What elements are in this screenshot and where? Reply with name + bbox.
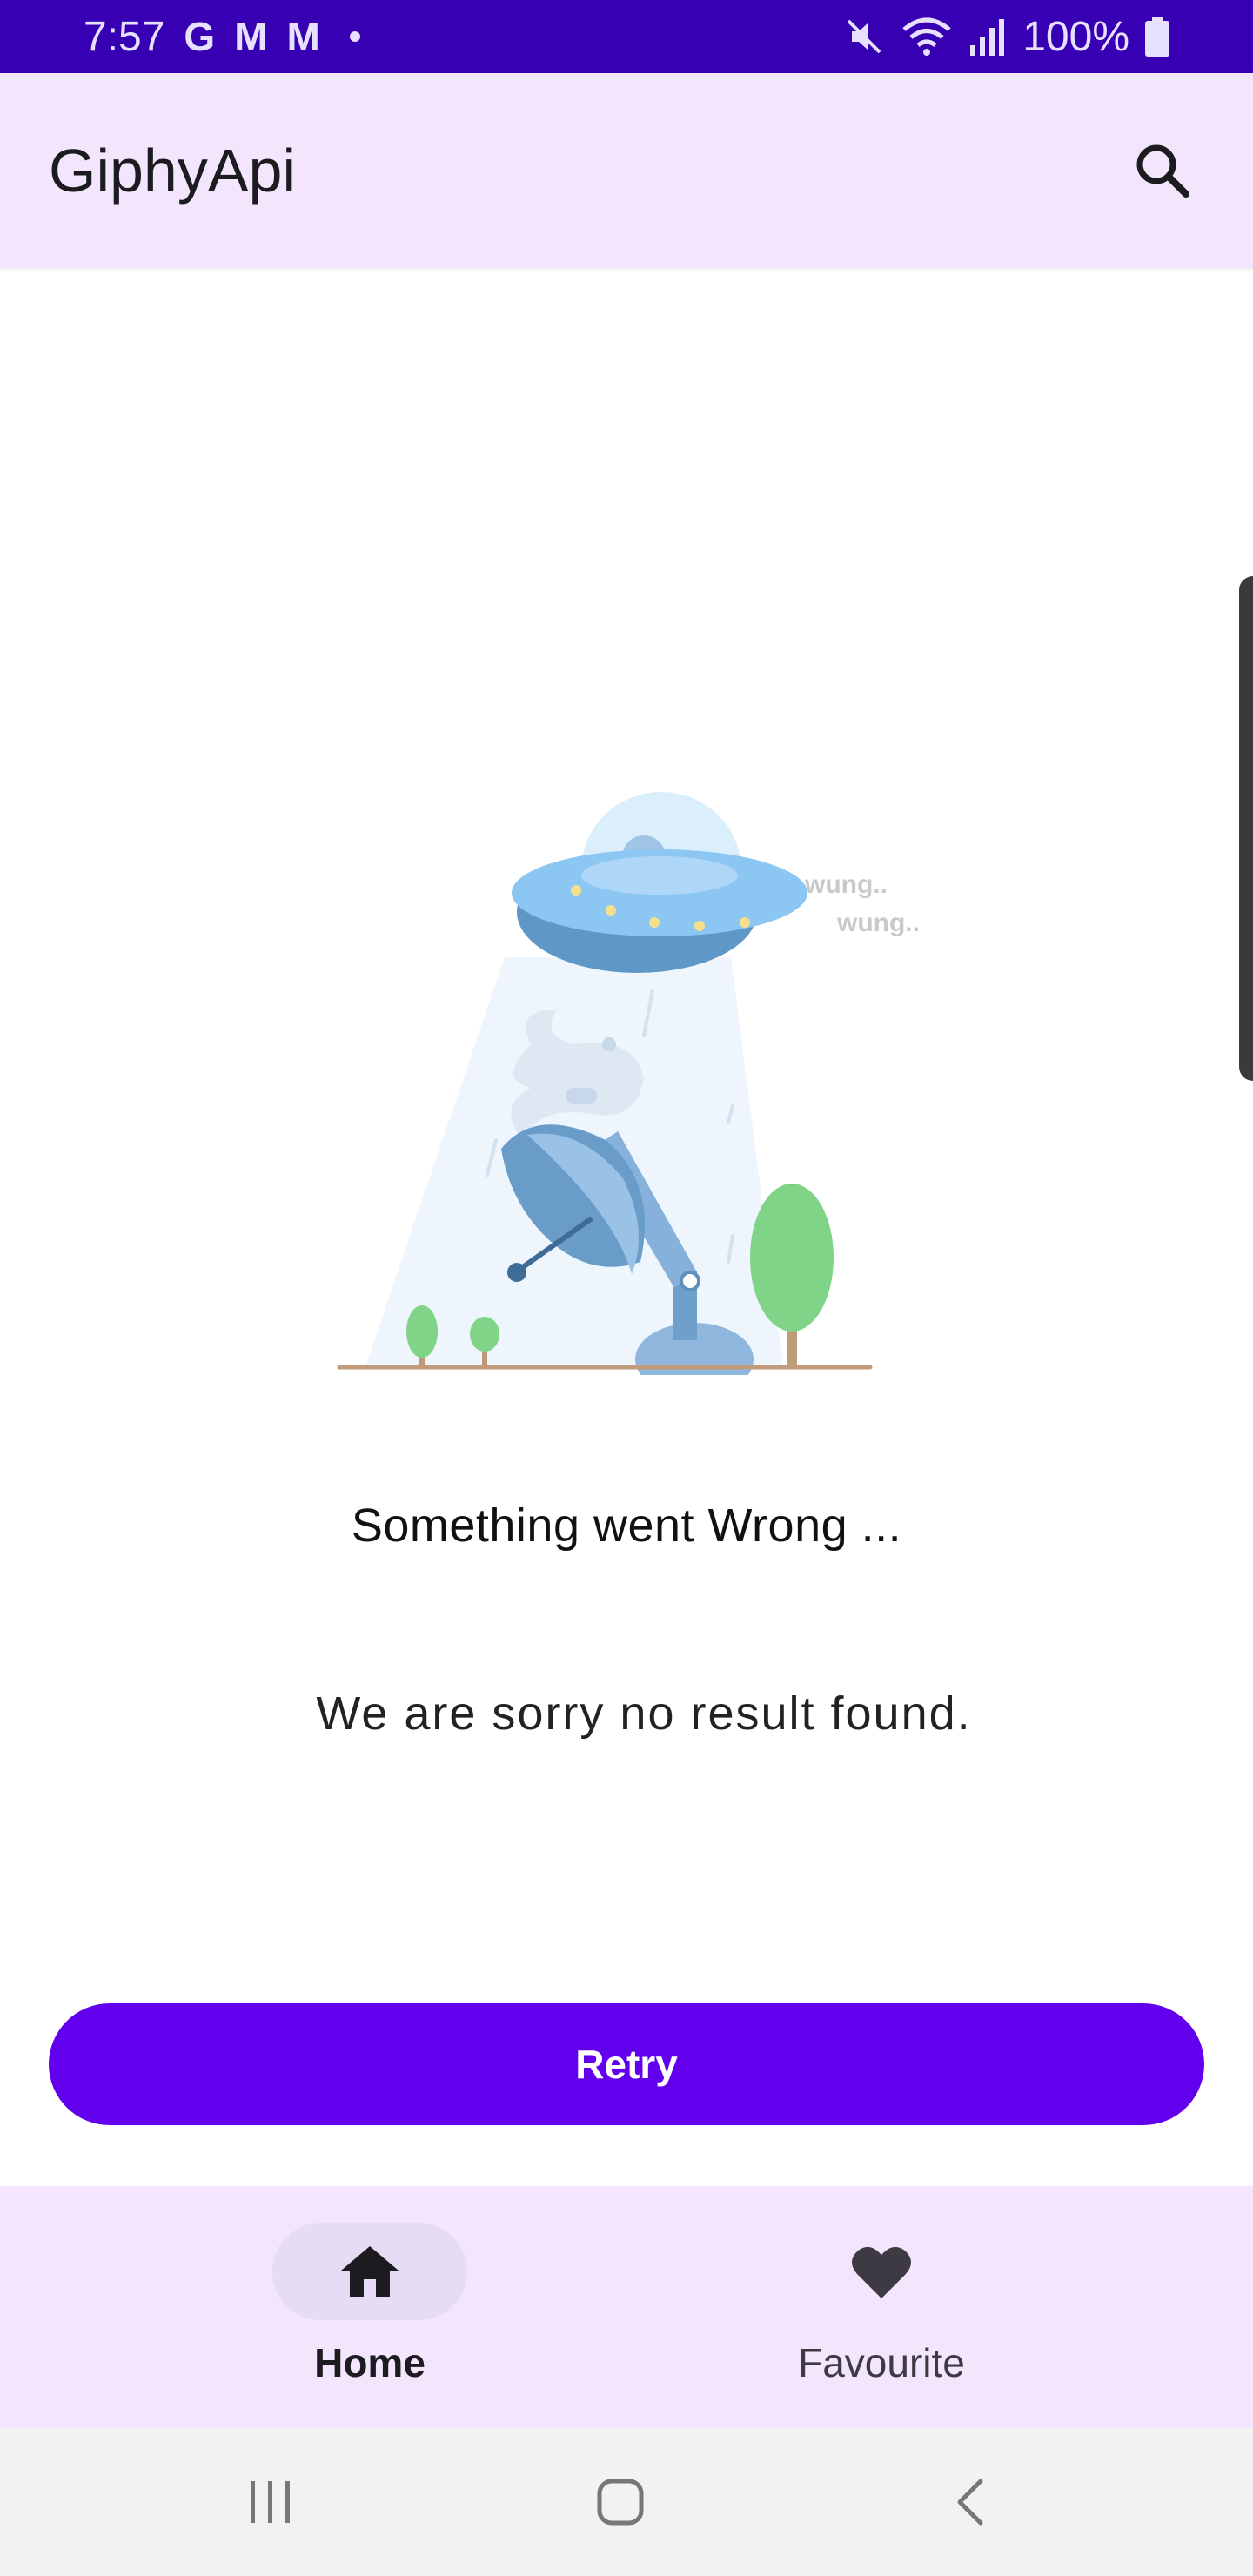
status-right: 100%: [843, 13, 1169, 61]
nav-indicator: [272, 2223, 467, 2320]
nav-label-favourite: Favourite: [798, 2340, 965, 2385]
ufo: [512, 792, 807, 973]
nav-item-favourite[interactable]: Favourite: [783, 2186, 980, 2428]
bottom-navigation: Home Favourite: [0, 2186, 1253, 2428]
nav-item-home[interactable]: Home: [272, 2186, 467, 2428]
gmail-icon: M: [286, 14, 320, 59]
heart-icon: [852, 2246, 911, 2298]
error-title: Something went Wrong ...: [351, 1499, 902, 1552]
search-button[interactable]: [1121, 129, 1204, 212]
ufo-illustration: wung.. wung..: [331, 783, 940, 1396]
back-chevron-icon: [957, 2479, 983, 2526]
gmail-icon: M: [234, 14, 268, 59]
mute-icon: [847, 19, 881, 54]
google-icon: G: [184, 14, 216, 59]
sound-text-1: wung..: [804, 870, 888, 899]
wifi-icon: [902, 17, 951, 56]
retry-button[interactable]: Retry: [49, 2003, 1204, 2125]
sound-text-2: wung..: [836, 909, 920, 937]
more-notifications-dot: [349, 31, 360, 42]
system-navigation-bar: [0, 2428, 1253, 2576]
top-app-bar: GiphyApi: [0, 73, 1253, 268]
signal-icon: [970, 19, 1005, 56]
recent-apps-button[interactable]: [237, 2472, 306, 2532]
search-icon: [1136, 144, 1189, 198]
status-time: 7:57: [84, 13, 165, 60]
nav-indicator: [784, 2223, 979, 2320]
battery-icon: [1145, 17, 1169, 57]
scroll-indicator[interactable]: [1239, 576, 1253, 1081]
home-icon: [341, 2246, 399, 2297]
app-title: GiphyApi: [49, 137, 297, 205]
status-left: 7:57 G M M: [84, 13, 360, 61]
nav-label-home: Home: [314, 2340, 425, 2385]
home-system-button[interactable]: [586, 2472, 655, 2532]
back-button[interactable]: [936, 2472, 1006, 2532]
recent-apps-icon: [251, 2481, 290, 2523]
error-message: We are sorry no result found.: [316, 1687, 972, 1740]
status-bar: 7:57 G M M 100%: [0, 0, 1253, 73]
battery-level: 100%: [1022, 13, 1129, 60]
home-square-icon: [597, 2479, 644, 2526]
